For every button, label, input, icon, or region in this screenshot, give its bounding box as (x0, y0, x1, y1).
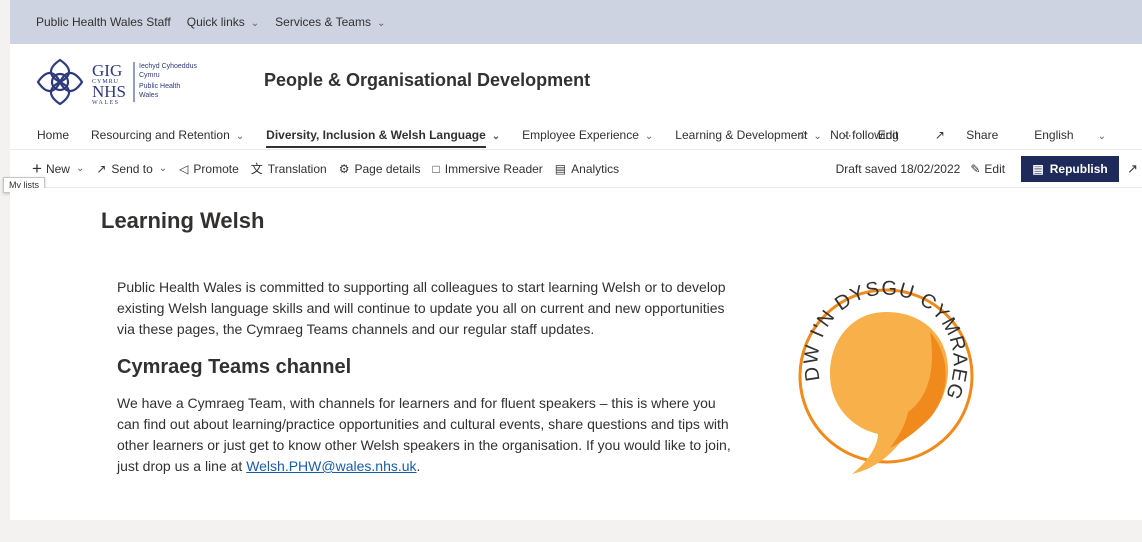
language-label: English (1034, 128, 1074, 142)
hub-item-services-teams[interactable]: Services & Teams ⌄ (275, 15, 385, 29)
command-bar: + New ⌄ ↗ Send to ⌄ ◁ Promote 文 Translation ⚙ P… (10, 150, 1142, 188)
hub-item-quick-links[interactable]: Quick links ⌄ (187, 15, 259, 29)
phw-logo-icon: GIG CYMRU NHS WALES Iechyd Cyhoeddus Cym… (36, 58, 197, 106)
chevron-down-icon: ⌄ (235, 130, 245, 142)
nav-item-resourcing[interactable]: Resourcing and Retention ⌄ (91, 120, 244, 150)
hub-item-label: Services & Teams (275, 15, 371, 29)
nav-item-employee-experience[interactable]: Employee Experience ⌄ (522, 120, 653, 150)
left-gutter (0, 0, 10, 542)
svg-text:WALES: WALES (92, 100, 120, 106)
page: Public Health Wales Staff Quick links ⌄ S… (0, 0, 1142, 542)
intro-paragraph: Public Health Wales is committed to supp… (117, 279, 726, 337)
chart-icon: ▤ (554, 161, 567, 176)
site-navigation: Home Resourcing and Retention ⌄ Diversity… (10, 120, 1142, 150)
immersive-reader-button[interactable]: □ Immersive Reader (433, 162, 543, 176)
svg-text:Wales: Wales (139, 92, 159, 99)
republish-label: Republish (1049, 162, 1108, 176)
nav-item-label: Diversity, Inclusion & Welsh Language (266, 127, 486, 142)
edit-label: Edit (984, 162, 1006, 176)
translation-label: Translation (267, 161, 327, 176)
speech-bubble-icon: DW I'N DYSGU CYMRAEG (798, 277, 974, 474)
analytics-button[interactable]: ▤ Analytics (555, 162, 619, 176)
follow-label: Not following (830, 128, 899, 142)
immersive-reader-icon: □ (432, 161, 440, 176)
send-to-button[interactable]: ↗ Send to ⌄ (96, 162, 167, 176)
new-button[interactable]: + New ⌄ (32, 159, 84, 179)
nav-item-label: Learning & Development (675, 127, 808, 142)
analytics-label: Analytics (571, 161, 620, 176)
svg-text:Iechyd Cyhoeddus: Iechyd Cyhoeddus (139, 63, 197, 70)
hub-navigation-bar: Public Health Wales Staff Quick links ⌄ S… (10, 0, 1142, 44)
nav-item-label: Employee Experience (522, 127, 639, 142)
body-text-end: . (416, 458, 421, 474)
share-icon: ↗ (934, 128, 945, 142)
section-heading: Cymraeg Teams channel (117, 356, 352, 378)
svg-text:Cymru: Cymru (139, 72, 160, 79)
translation-button[interactable]: 文 Translation (251, 160, 327, 177)
expand-icon[interactable]: ↗ (1127, 161, 1138, 177)
chevron-down-icon: ⌄ (158, 163, 168, 174)
body-paragraph: We have a Cymraeg Team, with channels fo… (117, 393, 742, 477)
site-actions: ☆ Not following ↗ Share English ⌄ (798, 120, 1142, 150)
nav-item-home[interactable]: Home (37, 120, 69, 150)
send-to-label: Send to (111, 161, 153, 176)
svg-text:GIG: GIG (92, 61, 122, 80)
chevron-down-icon: ⌄ (644, 130, 654, 142)
chevron-down-icon: ⌄ (75, 163, 85, 174)
page-content: Learning Welsh Public Health Wales is co… (10, 188, 1142, 520)
new-label: New (45, 161, 70, 176)
language-menu[interactable]: English ⌄ (1034, 128, 1124, 142)
site-title[interactable]: People & Organisational Development (264, 70, 590, 91)
hub-item-label: Quick links (186, 15, 245, 29)
send-icon: ↗ (96, 161, 107, 176)
plus-icon: + (32, 158, 42, 178)
command-bar-right: Draft saved 18/02/2022 ✎ Edit ▤ Republish … (836, 150, 1142, 188)
page-details-label: Page details (354, 161, 421, 176)
chevron-down-icon: ⌄ (1097, 131, 1106, 142)
page-details-button[interactable]: ⚙ Page details (339, 162, 421, 176)
share-button[interactable]: ↗ Share (935, 128, 1016, 142)
chevron-down-icon: ⌄ (491, 130, 501, 142)
nav-item-label: Resourcing and Retention (91, 127, 230, 142)
body-text: We have a Cymraeg Team, with channels fo… (117, 395, 731, 474)
share-label: Share (966, 128, 999, 142)
site-header: GIG CYMRU NHS WALES Iechyd Cyhoeddus Cym… (10, 44, 1142, 120)
page-title: Learning Welsh (101, 208, 265, 233)
megaphone-icon: ◁ (179, 161, 189, 176)
draft-status: Draft saved 18/02/2022 (835, 162, 961, 176)
republish-button[interactable]: ▤ Republish (1021, 156, 1120, 182)
footer-band (10, 520, 1142, 542)
book-icon: ▤ (1032, 162, 1044, 176)
svg-text:Public Health: Public Health (139, 83, 180, 90)
translate-icon: 文 (250, 162, 263, 176)
chevron-down-icon: ⌄ (376, 18, 386, 29)
email-link[interactable]: Welsh.PHW@wales.nhs.uk (246, 458, 416, 474)
nav-item-diversity[interactable]: Diversity, Inclusion & Welsh Language ⌄ (266, 120, 500, 150)
svg-text:NHS: NHS (92, 82, 126, 101)
edit-button[interactable]: ✎ Edit (970, 162, 1005, 176)
star-icon: ☆ (798, 128, 809, 142)
site-logo[interactable]: GIG CYMRU NHS WALES Iechyd Cyhoeddus Cym… (34, 56, 224, 108)
hub-item-staff[interactable]: Public Health Wales Staff (36, 15, 171, 29)
immersive-reader-label: Immersive Reader (444, 161, 543, 176)
pencil-icon: ✎ (970, 162, 981, 176)
follow-button[interactable]: ☆ Not following (798, 128, 917, 142)
chevron-down-icon: ⌄ (250, 18, 260, 29)
learning-welsh-badge: DW I'N DYSGU CYMRAEG (790, 272, 982, 480)
hub-item-label: Public Health Wales Staff (36, 15, 171, 29)
promote-label: Promote (193, 161, 239, 176)
nav-item-label: Home (37, 127, 70, 142)
promote-button[interactable]: ◁ Promote (179, 162, 239, 176)
gear-icon: ⚙ (338, 161, 350, 176)
